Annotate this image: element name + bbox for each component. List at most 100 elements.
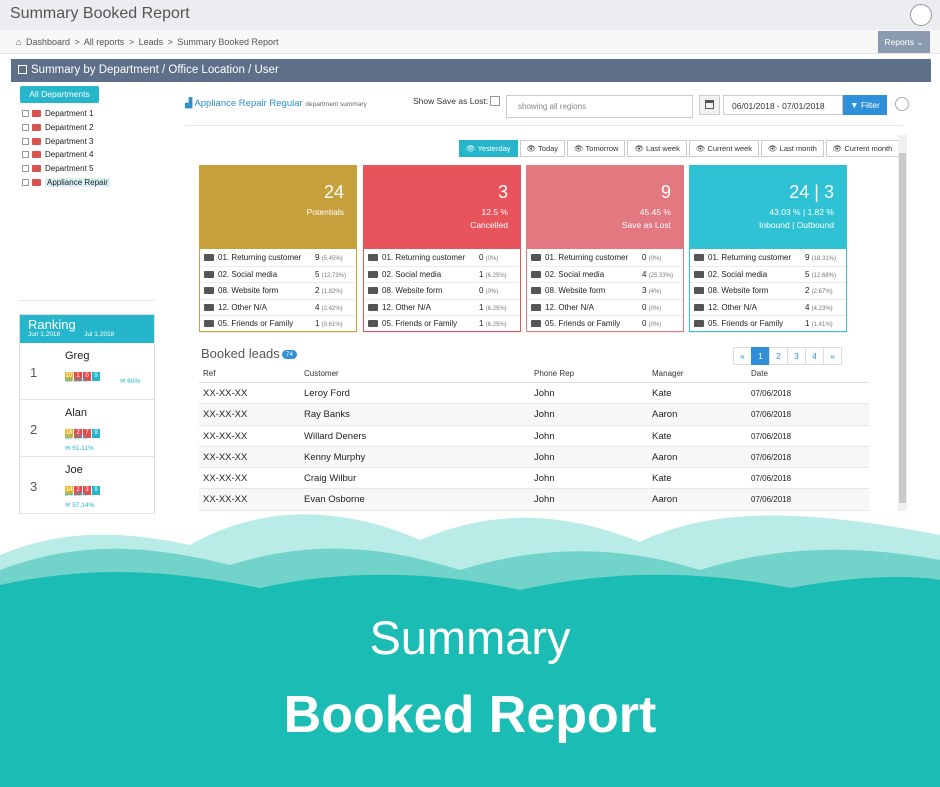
breakdown-count: 1 (1.41%) <box>805 319 833 328</box>
table-row[interactable]: XX-XX-XX Craig Wilbur John Kate 07/06/2018 <box>199 468 869 490</box>
rank-percent-secondary: ✉ 61.11% <box>65 445 94 452</box>
summary-card-label: 43.03 % | 1.82 % Inbound | Outbound <box>759 206 834 232</box>
home-icon[interactable]: ⌂ <box>16 37 21 47</box>
contact-card-icon <box>368 303 378 311</box>
rank-percent: 90.00% <box>65 377 88 384</box>
period-button[interactable]: 👁 Last month <box>761 140 824 157</box>
table-cell: 07/06/2018 <box>751 452 792 462</box>
breakdown-row: 02. Social media 5 (12.68%) <box>690 267 846 283</box>
expand-toggle-icon[interactable] <box>22 123 29 131</box>
reports-menu-button[interactable]: Reports ⌄ <box>878 31 930 53</box>
tree-item[interactable]: Appliance Repair <box>22 176 110 190</box>
ranking-row[interactable]: 1 Greg 10 1 0 9 90.00% ✉ 60% <box>20 343 154 400</box>
summary-card-label: 45.45 % Save as Lost <box>622 206 671 232</box>
tree-item[interactable]: Department 4 <box>22 148 110 162</box>
tree-item[interactable]: Department 1 <box>22 107 110 121</box>
contact-card-icon <box>368 270 378 278</box>
breadcrumb-all-reports[interactable]: All reports <box>84 37 125 47</box>
page-button[interactable]: 3 <box>787 347 806 365</box>
table-cell: Kate <box>652 473 672 485</box>
table-cell: Aaron <box>652 409 678 421</box>
page-button[interactable]: « <box>733 347 752 365</box>
calendar-icon[interactable] <box>699 95 720 115</box>
cloud-icon[interactable] <box>910 4 932 26</box>
rank-badges: 14 2 3 9 <box>65 478 101 495</box>
contact-card-icon <box>204 270 214 278</box>
rank-badges: 10 1 0 9 <box>65 364 101 381</box>
column-header[interactable]: Manager <box>652 369 684 378</box>
breakdown-source: 02. Social media <box>545 269 605 279</box>
breadcrumb-leads[interactable]: Leads <box>139 37 164 47</box>
expand-toggle-icon[interactable] <box>22 110 29 117</box>
page-button[interactable]: 2 <box>769 347 788 365</box>
expand-toggle-icon[interactable] <box>22 137 29 145</box>
column-header[interactable]: Customer <box>304 369 339 378</box>
panel-header: Summary by Department / Office Location … <box>11 59 931 82</box>
breakdown-count: 0 (0%) <box>642 302 662 312</box>
ranking-header: Ranking Jun 1,2018 Jul 1,2018 <box>20 315 154 343</box>
table-row[interactable]: XX-XX-XX Ray Banks John Aaron 07/06/2018 <box>199 404 869 426</box>
table-cell: 07/06/2018 <box>751 389 792 398</box>
breakdown-row: 01. Returning customer 9 (18.31%) <box>690 250 846 267</box>
period-button[interactable]: 👁 Current month <box>825 140 900 157</box>
contact-card-icon <box>694 303 704 311</box>
expand-icon[interactable] <box>895 97 909 111</box>
table-cell: John <box>534 388 555 399</box>
expand-toggle-icon[interactable] <box>22 151 29 159</box>
contact-card-icon <box>368 320 378 327</box>
breakdown-source: 12. Other N/A <box>218 302 267 312</box>
period-button[interactable]: 👁 Yesterday <box>459 140 518 157</box>
expand-toggle-icon[interactable] <box>22 178 29 186</box>
column-header[interactable]: Date <box>751 369 768 378</box>
table-row[interactable]: XX-XX-XX Kenny Murphy John Aaron 07/06/2018 <box>199 446 869 469</box>
page-button[interactable]: » <box>823 347 842 365</box>
summary-card-caption: Potentials <box>306 207 344 217</box>
period-button[interactable]: 👁 Last week <box>627 140 687 157</box>
summary-card: 9 45.45 % Save as Lost 01. Returning custom… <box>526 165 684 333</box>
column-header[interactable]: Ref <box>203 369 215 378</box>
table-cell: John <box>534 451 555 463</box>
summary-card-percent: 12.5 % <box>481 207 508 217</box>
breakdown-count: 4 (25.33%) <box>642 269 674 279</box>
region-select[interactable]: showing all regions <box>506 95 693 118</box>
summary-card-value: 24 | 3 <box>789 182 834 202</box>
breakdown-count: 1 (0.61%) <box>315 319 343 328</box>
period-button[interactable]: 👁 Today <box>519 140 566 157</box>
page-button[interactable]: 1 <box>751 347 770 365</box>
scrollbar[interactable] <box>898 135 907 511</box>
save-as-lost-checkbox[interactable] <box>490 96 501 106</box>
rank-number: 3 <box>30 479 38 494</box>
contact-card-icon <box>694 320 704 327</box>
breadcrumb-dashboard[interactable]: Dashboard <box>26 37 70 47</box>
period-button[interactable]: 👁 Tomorrow <box>567 140 626 157</box>
all-departments-button[interactable]: All Departments <box>20 86 99 103</box>
table-row[interactable]: XX-XX-XX Willard Deners John Kate 07/06/2018 <box>199 426 869 447</box>
breakdown-percent: (2.42%) <box>321 305 343 312</box>
contact-card-icon <box>204 320 214 327</box>
tree-item[interactable]: Department 2 <box>22 121 110 135</box>
breakdown-percent: (6.25%) <box>485 305 507 312</box>
breakdown-percent: (0%) <box>485 256 499 262</box>
department-tree: Department 1 Department 2 Department 3 Depa… <box>22 107 110 190</box>
table-cell: John <box>534 473 555 485</box>
summary-card-header: 24 Potentials <box>200 166 356 249</box>
breakdown-percent: (4.23%) <box>811 305 833 312</box>
contact-card-icon <box>368 287 378 294</box>
breakdown-row: 12. Other N/A 4 (2.42%) <box>200 300 356 316</box>
ranking-row[interactable]: 2 Alan 18 2 7 9 50.00% ✉ 61.11% <box>20 400 154 457</box>
booked-leads-heading: Booked leads 74 <box>201 346 298 361</box>
page-button[interactable]: 4 <box>805 347 824 365</box>
tree-item[interactable]: Department 5 <box>22 162 110 176</box>
column-header[interactable]: Phone Rep <box>534 369 574 378</box>
date-range-input[interactable]: 06/01/2018 - 07/01/2018 <box>723 95 843 115</box>
rank-badge: 9 <box>92 486 100 495</box>
breakdown-count: 2 (1.82%) <box>315 286 343 295</box>
table-row[interactable]: XX-XX-XX Leroy Ford John Kate 07/06/2018 <box>199 383 869 405</box>
period-button[interactable]: 👁 Current week <box>688 140 760 157</box>
tree-item[interactable]: Department 3 <box>22 135 110 149</box>
breakdown-source: 12. Other N/A <box>545 302 594 312</box>
expand-toggle-icon[interactable] <box>22 165 29 173</box>
filter-button[interactable]: ▼ Filter <box>843 95 887 115</box>
breakdown-row: 01. Returning customer 9 (5.45%) <box>200 250 356 267</box>
breakdown-source: 08. Website form <box>708 286 769 295</box>
